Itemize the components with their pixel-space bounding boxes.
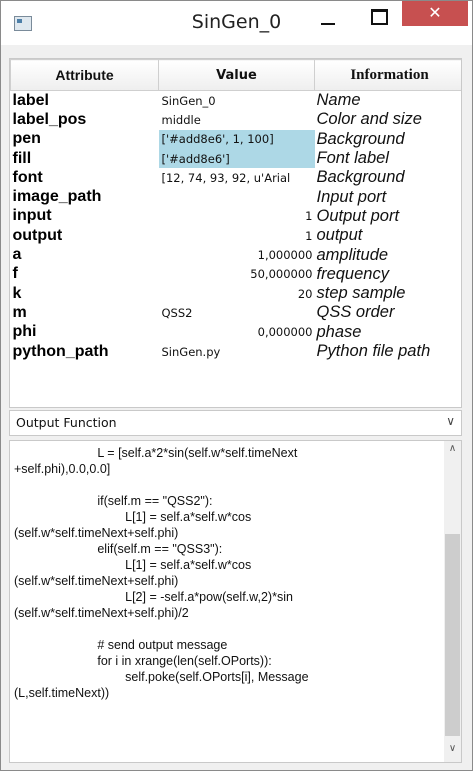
attribute-value[interactable] (159, 187, 315, 206)
attribute-value[interactable]: SinGen_0 (159, 91, 315, 111)
attribute-name: k (12, 284, 22, 302)
attribute-name: font (12, 168, 43, 186)
attributes-table: Attribute Value Information label SinGen… (9, 58, 462, 408)
maximize-button[interactable] (364, 1, 394, 31)
attribute-value[interactable]: ['#add8e6'] (158, 148, 315, 169)
attribute-information: Python file path (316, 342, 431, 360)
attribute-information: Font label (316, 149, 389, 168)
attribute-information: amplitude (316, 245, 389, 264)
attribute-information: step sample (316, 284, 406, 303)
table-row[interactable]: fill ['#add8e6'] Font label (11, 148, 462, 169)
chevron-down-icon[interactable]: ∨ (446, 414, 455, 428)
attribute-information: Color and size (316, 110, 422, 129)
attribute-value[interactable]: [12, 74, 93, 92, u'Arial (159, 168, 315, 187)
attribute-value[interactable]: middle (159, 110, 315, 129)
attribute-name: output (12, 226, 63, 244)
table-row[interactable]: label_pos middle Color and size (11, 110, 462, 129)
attribute-value[interactable]: 1 (159, 226, 315, 245)
attribute-name: input (12, 207, 52, 225)
attribute-information: Background (316, 129, 405, 148)
attribute-name: label_pos (12, 110, 87, 128)
attribute-information: frequency (316, 264, 389, 283)
scroll-down-icon[interactable]: ∨ (444, 743, 461, 759)
table-row[interactable]: font [12, 74, 93, 92, u'Arial Background (11, 168, 462, 187)
close-icon: ✕ (428, 3, 442, 22)
attribute-value[interactable]: 20 (159, 284, 315, 303)
attribute-information: Name (316, 91, 361, 110)
attribute-name: m (12, 303, 27, 321)
attribute-value[interactable]: QSS2 (159, 303, 315, 322)
code-editor[interactable]: L = [self.a*2*sin(self.w*self.timeNext +… (9, 440, 462, 763)
attribute-information: QSS order (316, 303, 395, 322)
table-row[interactable]: k 20 step sample (11, 284, 462, 303)
attribute-information: output (316, 226, 363, 245)
vertical-scrollbar[interactable]: ∧ ∨ (444, 441, 461, 762)
table-row[interactable]: output 1 output (11, 226, 462, 245)
table-row[interactable]: python_path SinGen.py Python file path (11, 342, 462, 361)
attribute-name: pen (12, 130, 41, 148)
attribute-value[interactable]: 0,000000 (159, 323, 315, 342)
code-text[interactable]: L = [self.a*2*sin(self.w*self.timeNext +… (14, 445, 434, 701)
output-function-header[interactable]: Output Function ∨ (9, 410, 462, 436)
attribute-information: Output port (316, 206, 400, 225)
column-header-value[interactable]: Value (158, 59, 315, 91)
scrollbar-thumb[interactable] (445, 534, 460, 736)
column-header-information[interactable]: Information (314, 59, 461, 91)
scroll-up-icon[interactable]: ∧ (444, 443, 461, 459)
attribute-information: phase (316, 322, 362, 341)
title-bar[interactable]: SinGen_0 ✕ (1, 1, 472, 45)
attribute-name: f (12, 265, 18, 283)
table-row[interactable]: phi 0,000000 phase (11, 322, 462, 342)
attribute-name: fill (12, 149, 32, 167)
minimize-button[interactable] (313, 1, 343, 31)
attribute-value[interactable]: 1 (159, 207, 315, 226)
attribute-name: phi (12, 323, 37, 341)
output-function-label: Output Function (16, 415, 117, 430)
attribute-information: Background (316, 168, 405, 187)
table-row[interactable]: pen ['#add8e6', 1, 100] Background (11, 129, 462, 149)
attribute-value[interactable]: 1,000000 (159, 245, 315, 264)
attribute-name: a (12, 246, 22, 264)
column-header-attribute[interactable]: Attribute (10, 59, 159, 91)
properties-window: SinGen_0 ✕ Attribute Value Information l… (0, 0, 473, 771)
table-row[interactable]: f 50,000000 frequency (11, 264, 462, 284)
attribute-value[interactable]: 50,000000 (159, 265, 315, 284)
table-row[interactable]: m QSS2 QSS order (11, 303, 462, 322)
attribute-name: label (12, 91, 49, 109)
table-row[interactable]: input 1 Output port (11, 206, 462, 226)
close-button[interactable]: ✕ (402, 1, 468, 26)
attribute-value[interactable]: ['#add8e6', 1, 100] (158, 129, 315, 149)
table-row[interactable]: a 1,000000 amplitude (11, 245, 462, 264)
table-row[interactable]: image_path Input port (11, 187, 462, 206)
attribute-information: Input port (316, 187, 387, 206)
table-row[interactable]: label SinGen_0 Name (11, 91, 462, 111)
attribute-name: image_path (12, 188, 102, 206)
attribute-name: python_path (12, 342, 109, 360)
attribute-value[interactable]: SinGen.py (159, 342, 315, 361)
